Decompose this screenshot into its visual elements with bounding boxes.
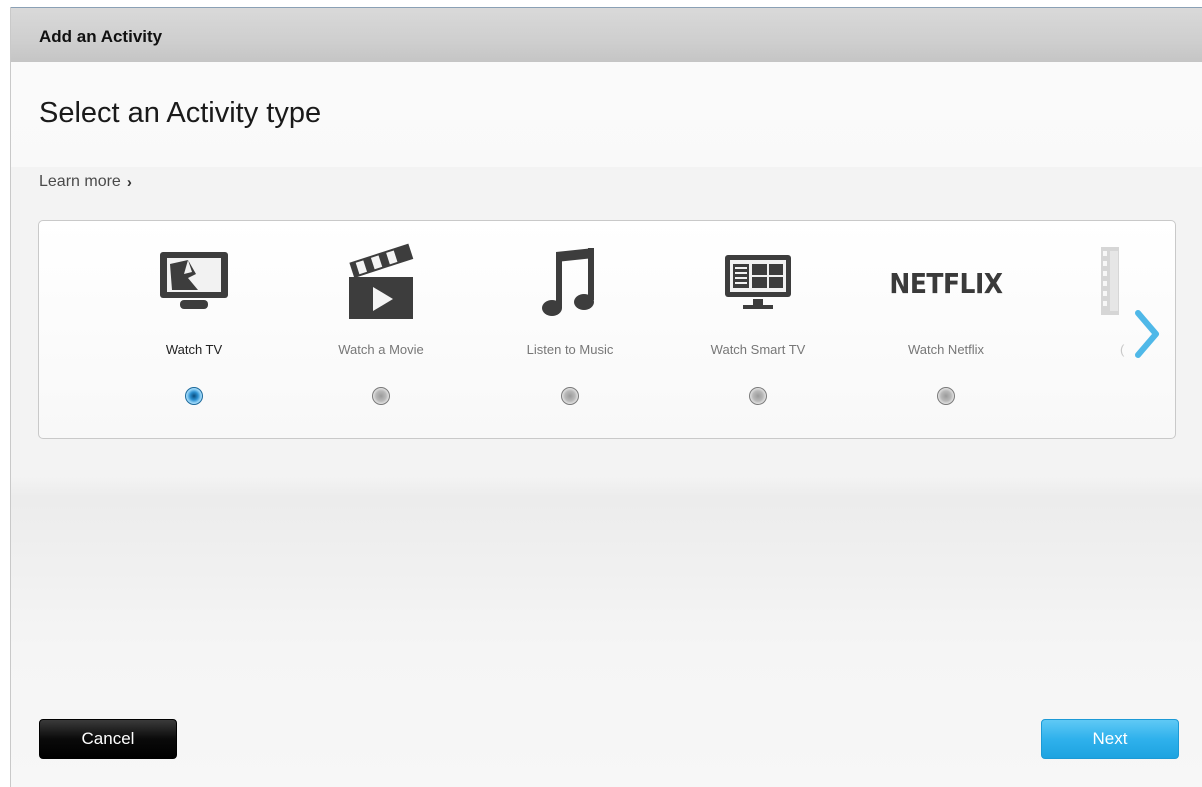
movie-clapper-icon xyxy=(316,243,446,323)
activity-label: Watch Netflix xyxy=(907,342,985,357)
partial-activity xyxy=(1099,247,1129,317)
activity-watch-tv[interactable]: Watch TV xyxy=(129,221,259,438)
film-strip-icon xyxy=(1101,247,1119,315)
activity-radio-watch-tv[interactable] xyxy=(185,387,203,405)
activity-listen-music[interactable]: Listen to Music xyxy=(505,221,635,438)
page-title: Select an Activity type xyxy=(39,97,322,129)
learn-more-label: Learn more xyxy=(39,173,121,190)
dialog-title: Add an Activity xyxy=(39,27,163,46)
activity-radio-watch-movie[interactable] xyxy=(372,387,390,405)
netflix-logo-text: NETFLIX xyxy=(889,267,1003,299)
activity-carousel: Watch TV Watch a Movie Listen to Music W… xyxy=(38,220,1176,439)
activity-watch-netflix[interactable]: NETFLIX Watch Netflix xyxy=(881,221,1011,438)
tv-icon xyxy=(129,243,259,323)
dialog-title-bar: Add an Activity xyxy=(11,7,1202,62)
chevron-right-icon: › xyxy=(126,173,132,191)
activity-watch-smart-tv[interactable]: Watch Smart TV xyxy=(693,221,823,438)
partial-activity-label: ( xyxy=(1120,342,1125,357)
activity-radio-watch-smart-tv[interactable] xyxy=(749,387,767,405)
chevron-right-icon xyxy=(1135,310,1159,358)
smart-tv-icon xyxy=(693,243,823,323)
activity-label: Watch Smart TV xyxy=(710,342,806,357)
activity-radio-listen-music[interactable] xyxy=(561,387,579,405)
netflix-logo: NETFLIX xyxy=(881,243,1011,323)
next-button[interactable]: Next xyxy=(1041,719,1179,759)
cancel-button[interactable]: Cancel xyxy=(39,719,177,759)
activity-label: Watch TV xyxy=(165,342,223,357)
music-note-icon xyxy=(505,243,635,323)
activity-label: Listen to Music xyxy=(526,342,614,357)
activity-watch-movie[interactable]: Watch a Movie xyxy=(316,221,446,438)
carousel-next-arrow[interactable] xyxy=(1132,309,1162,359)
add-activity-dialog: Add an Activity Select an Activity type … xyxy=(10,7,1202,787)
activity-radio-watch-netflix[interactable] xyxy=(937,387,955,405)
learn-more-link[interactable]: Learn more › xyxy=(39,173,132,191)
activity-label: Watch a Movie xyxy=(338,342,424,357)
